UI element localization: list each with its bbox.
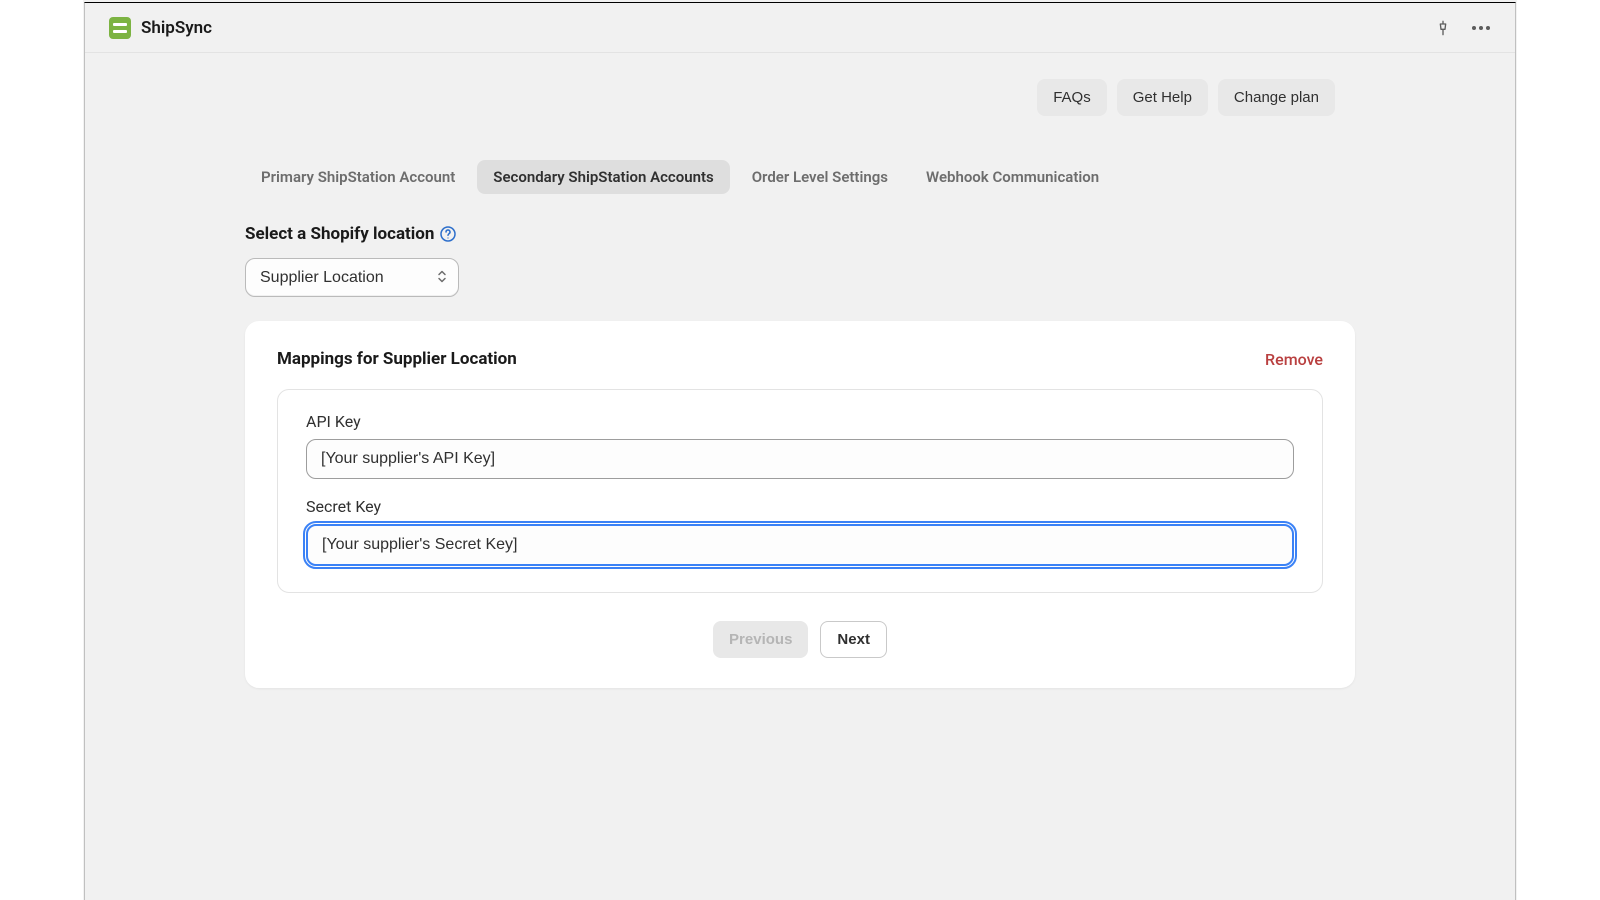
card-header: Mappings for Supplier Location Remove [277,349,1323,369]
nav-buttons: Previous Next [277,621,1323,658]
change-plan-button[interactable]: Change plan [1218,79,1335,116]
tabs: Primary ShipStation Account Secondary Sh… [245,160,1355,194]
credentials-inner-card: API Key Secret Key [277,389,1323,593]
secret-key-field-group: Secret Key [306,497,1294,566]
app-title: ShipSync [141,18,212,38]
top-actions: FAQs Get Help Change plan [245,79,1355,116]
left-margin [0,0,84,900]
previous-button[interactable]: Previous [713,621,808,658]
header-left: ShipSync [109,17,212,39]
app-header: ShipSync [85,3,1515,53]
more-icon[interactable] [1471,18,1491,38]
app-logo-icon [109,17,131,39]
remove-button[interactable]: Remove [1265,350,1323,369]
tab-webhook-communication[interactable]: Webhook Communication [910,160,1115,194]
card-title: Mappings for Supplier Location [277,349,517,369]
next-button[interactable]: Next [820,621,887,658]
secret-key-label: Secret Key [306,497,1294,516]
tab-order-level-settings[interactable]: Order Level Settings [736,160,904,194]
location-select-wrap: Supplier Location [245,258,459,297]
get-help-button[interactable]: Get Help [1117,79,1208,116]
pin-icon[interactable] [1433,18,1453,38]
api-key-field-group: API Key [306,412,1294,479]
location-label: Select a Shopify location [245,224,434,244]
secret-key-input[interactable] [306,524,1294,566]
faqs-button[interactable]: FAQs [1037,79,1107,116]
right-margin [1516,0,1600,900]
app-frame: ShipSync FAQs Get Help Change plan Prima… [84,2,1516,900]
api-key-input[interactable] [306,439,1294,479]
api-key-label: API Key [306,412,1294,431]
tab-secondary-shipstation[interactable]: Secondary ShipStation Accounts [477,160,729,194]
location-label-row: Select a Shopify location [245,224,1355,244]
mappings-card: Mappings for Supplier Location Remove AP… [245,321,1355,688]
tab-primary-shipstation[interactable]: Primary ShipStation Account [245,160,471,194]
content-area: FAQs Get Help Change plan Primary ShipSt… [85,53,1515,688]
location-select[interactable]: Supplier Location [245,258,459,297]
help-icon[interactable] [440,226,456,242]
header-right [1433,18,1491,38]
